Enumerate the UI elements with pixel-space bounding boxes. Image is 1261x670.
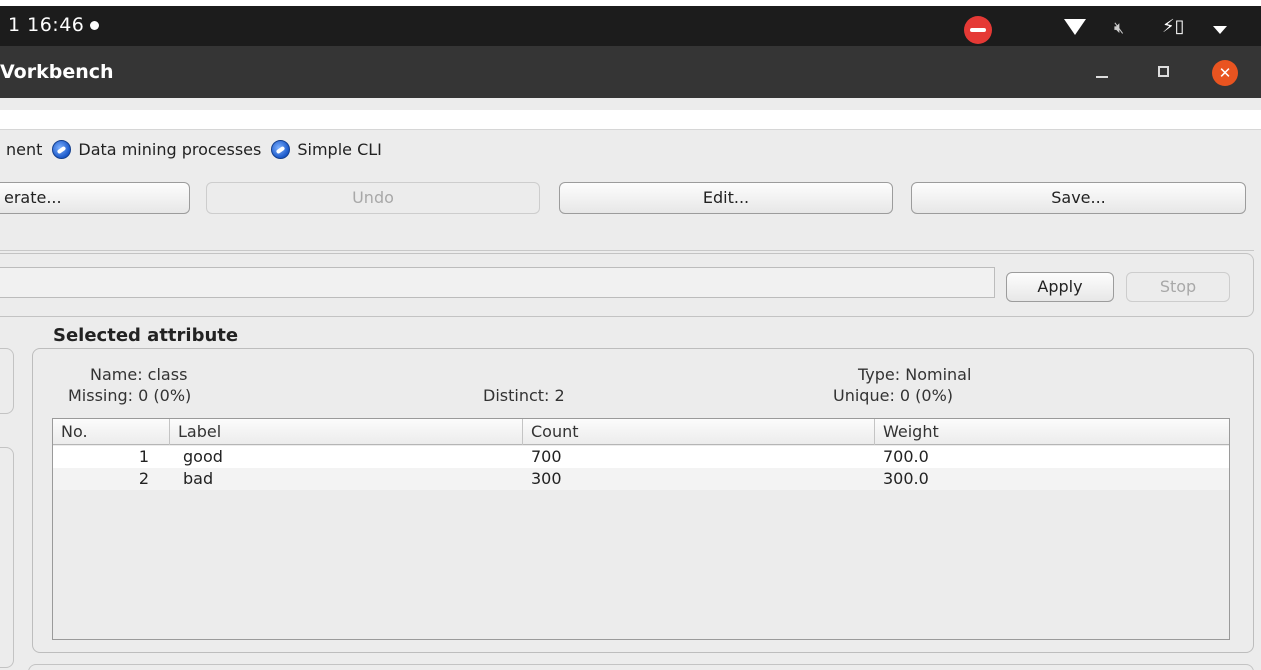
tab-simple-cli[interactable]: Simple CLI — [271, 139, 382, 159]
system-menu-chevron-down-icon[interactable] — [1213, 26, 1227, 34]
do-not-disturb-icon[interactable] — [964, 16, 992, 44]
cell-label: bad — [183, 469, 214, 488]
cell-label: good — [183, 447, 223, 466]
table-row[interactable]: 2 bad 300 300.0 — [53, 468, 1229, 490]
left-panel-frame — [0, 447, 14, 668]
apply-button[interactable]: Apply — [1006, 272, 1114, 302]
table-header: No. Label Count Weight — [53, 419, 1229, 445]
bottom-panel-frame — [28, 664, 1254, 670]
table-row[interactable]: 1 good 700 700.0 — [53, 446, 1229, 468]
attribute-unique: Unique: 0 (0%) — [833, 386, 954, 405]
tab-label: Data mining processes — [78, 139, 262, 159]
label-count-table: No. Label Count Weight 1 good 700 700.0 … — [52, 418, 1230, 640]
tab-data-mining-processes[interactable]: Data mining processes — [52, 139, 262, 159]
stop-button[interactable]: Stop — [1126, 272, 1230, 302]
tab-label: Simple CLI — [297, 139, 382, 159]
column-header-label[interactable]: Label — [170, 419, 523, 445]
attribute-distinct: Distinct: 2 — [483, 386, 565, 405]
tab-experimenter[interactable]: nent — [6, 140, 42, 159]
attribute-missing: Missing: 0 (0%) — [68, 386, 192, 405]
column-header-no[interactable]: No. — [53, 419, 170, 445]
window-title: Vorkbench — [0, 61, 114, 83]
menu-strip — [0, 110, 1261, 130]
attribute-type: Type: Nominal — [858, 365, 972, 384]
close-icon[interactable]: ✕ — [1212, 60, 1238, 86]
battery-icon[interactable]: ⚡▯ — [1162, 16, 1185, 37]
cell-count: 300 — [531, 469, 562, 488]
left-panel-frame — [0, 348, 14, 414]
weka-bird-icon — [271, 139, 291, 159]
app-body: nent Data mining processes Simple CLI er… — [0, 98, 1261, 670]
notification-dot-icon — [90, 21, 100, 30]
wifi-icon[interactable] — [1064, 19, 1086, 35]
section-title: Selected attribute — [53, 325, 239, 346]
cell-no: 2 — [138, 469, 149, 488]
volume-muted-icon[interactable]: 🔇︎ — [1114, 18, 1124, 38]
column-header-count[interactable]: Count — [523, 419, 875, 445]
column-header-weight[interactable]: Weight — [875, 419, 1229, 445]
cell-count: 700 — [531, 447, 562, 466]
weka-bird-icon — [52, 139, 72, 159]
window-title-bar: Vorkbench ✕ — [0, 46, 1261, 98]
filter-field[interactable] — [0, 267, 995, 298]
maximize-icon[interactable] — [1158, 66, 1169, 77]
cell-no: 1 — [138, 447, 149, 466]
clock[interactable]: 1 16:46 — [8, 14, 100, 36]
generate-button[interactable]: erate... — [0, 182, 190, 214]
edit-button[interactable]: Edit... — [559, 182, 893, 214]
cell-weight: 300.0 — [883, 469, 929, 488]
tab-label: nent — [6, 139, 43, 159]
attribute-name: Name: class — [90, 365, 188, 384]
undo-button[interactable]: Undo — [206, 182, 540, 214]
minimize-icon[interactable] — [1096, 76, 1108, 78]
cell-weight: 700.0 — [883, 447, 929, 466]
save-button[interactable]: Save... — [911, 182, 1246, 214]
system-top-bar: 1 16:46 🔇︎ ⚡▯ — [0, 6, 1261, 46]
tab-bar: nent Data mining processes Simple CLI — [6, 136, 392, 162]
divider — [0, 250, 1254, 251]
